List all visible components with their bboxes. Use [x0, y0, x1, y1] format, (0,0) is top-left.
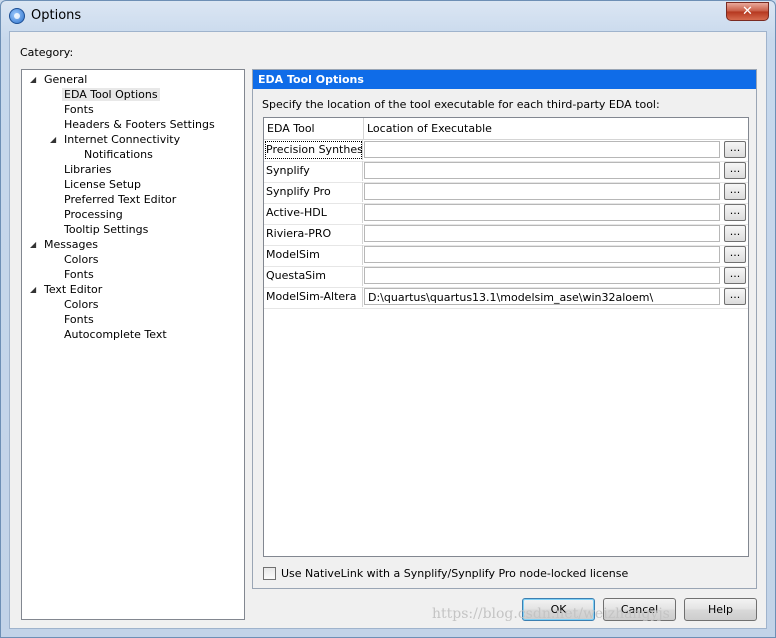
- tree-item-processing[interactable]: Processing: [64, 207, 123, 222]
- tree-item-text-editor-colors[interactable]: Colors: [64, 297, 98, 312]
- tree-item-text-editor-fonts[interactable]: Fonts: [64, 312, 94, 327]
- table-header: EDA Tool Location of Executable: [264, 118, 748, 140]
- tree-item-messages[interactable]: ◢ Messages: [30, 237, 98, 252]
- tree-item-label: Libraries: [64, 163, 112, 176]
- tree-item-label: Text Editor: [44, 283, 103, 296]
- executable-path-field[interactable]: D:\quartus\quartus13.1\modelsim_ase\win3…: [364, 288, 720, 305]
- executable-path-field[interactable]: [364, 204, 720, 221]
- options-window: Options ✕ Category: ◢ General EDA Tool Opt…: [0, 0, 776, 638]
- tree-item-label: Colors: [64, 298, 99, 311]
- title-bar[interactable]: Options ✕: [1, 1, 775, 31]
- table-row[interactable]: Precision Synthesis...: [264, 140, 748, 162]
- tree-item-label: License Setup: [64, 178, 141, 191]
- executable-path-field[interactable]: [364, 141, 720, 158]
- tree-item-libraries[interactable]: Libraries: [64, 162, 112, 177]
- eda-tool-name[interactable]: QuestaSim: [264, 266, 363, 286]
- tree-item-autocomplete-text[interactable]: Autocomplete Text: [64, 327, 167, 342]
- tree-item-general[interactable]: ◢ General: [30, 72, 88, 87]
- tree-item-label: Internet Connectivity: [64, 133, 181, 146]
- nativelink-label[interactable]: Use NativeLink with a Synplify/Synplify …: [281, 567, 628, 580]
- nativelink-checkbox[interactable]: [263, 567, 276, 580]
- executable-path-field[interactable]: [364, 246, 720, 263]
- tree-item-label: EDA Tool Options: [62, 88, 160, 101]
- tree-item-label: Notifications: [84, 148, 153, 161]
- tree-item-general-fonts[interactable]: Fonts: [64, 102, 94, 117]
- tree-item-tooltip-settings[interactable]: Tooltip Settings: [64, 222, 148, 237]
- tree-item-label: Processing: [64, 208, 123, 221]
- tree-item-label: Messages: [44, 238, 98, 251]
- executable-path-field[interactable]: [364, 162, 720, 179]
- panel-header: EDA Tool Options: [253, 70, 756, 89]
- app-icon: [9, 8, 25, 24]
- browse-button[interactable]: ...: [724, 162, 746, 179]
- tree-item-label: Headers & Footers Settings: [64, 118, 215, 131]
- tree-item-preferred-text-editor[interactable]: Preferred Text Editor: [64, 192, 176, 207]
- table-row[interactable]: Synplify Pro...: [264, 182, 748, 204]
- help-button[interactable]: Help: [684, 598, 757, 621]
- tree-item-eda-tool-options[interactable]: EDA Tool Options: [62, 87, 160, 102]
- tree-item-label: Fonts: [64, 313, 94, 326]
- expand-arrow-icon[interactable]: ◢: [30, 237, 40, 252]
- executable-path-field[interactable]: [364, 183, 720, 200]
- tree-item-label: General: [44, 73, 88, 86]
- tree-item-label: Autocomplete Text: [64, 328, 167, 341]
- tree-item-text-editor[interactable]: ◢ Text Editor: [30, 282, 103, 297]
- table-row[interactable]: ModelSim...: [264, 245, 748, 267]
- tree-item-messages-fonts[interactable]: Fonts: [64, 267, 94, 282]
- category-tree[interactable]: ◢ General EDA Tool Options Fonts Headers & F…: [21, 69, 245, 620]
- executable-path-field[interactable]: [364, 225, 720, 242]
- eda-tool-table: EDA Tool Location of Executable Precisio…: [263, 117, 749, 557]
- eda-tool-options-panel: EDA Tool Options Specify the location of…: [252, 69, 757, 589]
- browse-button[interactable]: ...: [724, 183, 746, 200]
- eda-tool-name[interactable]: ModelSim-Altera: [264, 287, 363, 307]
- column-header-location[interactable]: Location of Executable: [364, 118, 492, 139]
- dialog-client-area: Category: ◢ General EDA Tool Options Fonts H…: [9, 31, 767, 629]
- close-button[interactable]: ✕: [726, 2, 769, 21]
- eda-tool-name[interactable]: Synplify: [264, 161, 363, 181]
- category-label: Category:: [20, 46, 74, 59]
- tree-item-label: Fonts: [64, 103, 94, 116]
- table-row[interactable]: Active-HDL...: [264, 203, 748, 225]
- tree-item-license-setup[interactable]: License Setup: [64, 177, 141, 192]
- table-row[interactable]: Riviera-PRO...: [264, 224, 748, 246]
- tree-item-internet-connectivity[interactable]: ◢ Internet Connectivity: [50, 132, 181, 147]
- expand-arrow-icon[interactable]: ◢: [30, 72, 40, 87]
- eda-tool-name[interactable]: Synplify Pro: [264, 182, 363, 202]
- eda-tool-name[interactable]: Riviera-PRO: [264, 224, 363, 244]
- tree-item-label: Fonts: [64, 268, 94, 281]
- eda-tool-name[interactable]: Precision Synthesis: [264, 140, 363, 160]
- executable-path-field[interactable]: [364, 267, 720, 284]
- eda-tool-name[interactable]: Active-HDL: [264, 203, 363, 223]
- browse-button[interactable]: ...: [724, 246, 746, 263]
- tree-item-headers-footers[interactable]: Headers & Footers Settings: [64, 117, 215, 132]
- tree-item-messages-colors[interactable]: Colors: [64, 252, 98, 267]
- browse-button[interactable]: ...: [724, 288, 746, 305]
- browse-button[interactable]: ...: [724, 267, 746, 284]
- window-title: Options: [31, 8, 82, 23]
- column-header-eda-tool[interactable]: EDA Tool: [264, 118, 364, 139]
- tree-item-label: Preferred Text Editor: [64, 193, 177, 206]
- tree-item-notifications[interactable]: Notifications: [84, 147, 153, 162]
- panel-description: Specify the location of the tool executa…: [262, 98, 660, 111]
- eda-tool-name[interactable]: ModelSim: [264, 245, 363, 265]
- expand-arrow-icon[interactable]: ◢: [50, 132, 60, 147]
- watermark-text: https://blog.csdn.net/weizhangyjs: [432, 606, 670, 622]
- table-row[interactable]: QuestaSim...: [264, 266, 748, 288]
- tree-item-label: Colors: [64, 253, 99, 266]
- expand-arrow-icon[interactable]: ◢: [30, 282, 40, 297]
- table-row[interactable]: Synplify...: [264, 161, 748, 183]
- browse-button[interactable]: ...: [724, 141, 746, 158]
- browse-button[interactable]: ...: [724, 204, 746, 221]
- browse-button[interactable]: ...: [724, 225, 746, 242]
- table-row[interactable]: ModelSim-Altera D:\quartus\quartus13.1\mo…: [264, 287, 748, 309]
- tree-item-label: Tooltip Settings: [64, 223, 149, 236]
